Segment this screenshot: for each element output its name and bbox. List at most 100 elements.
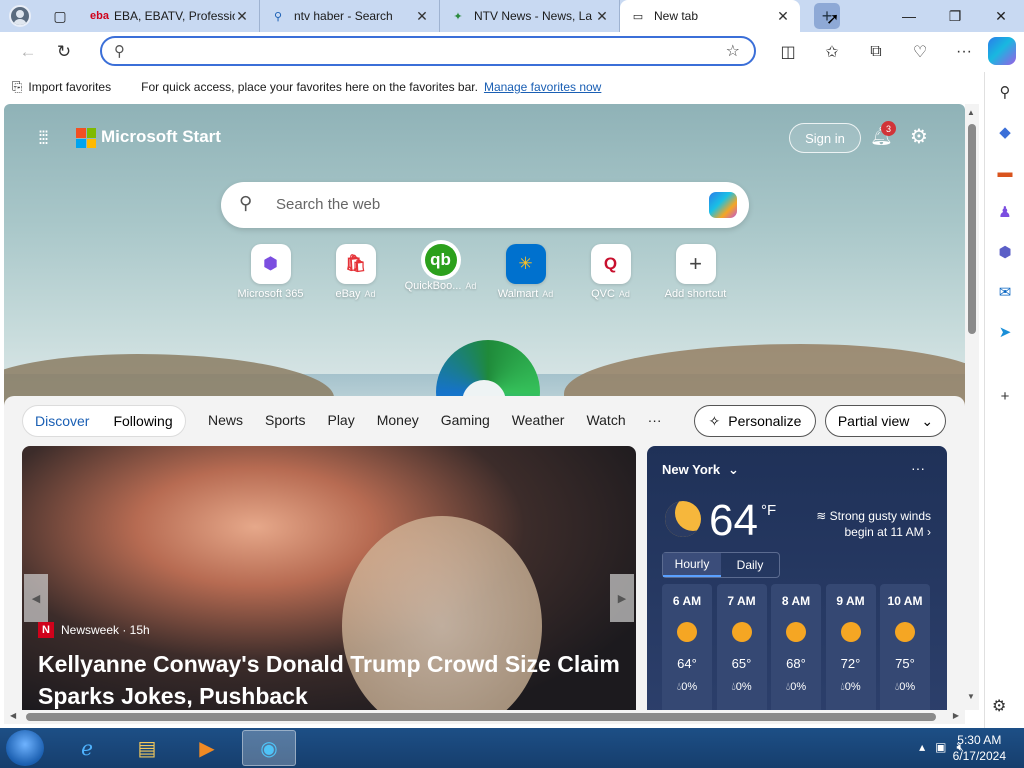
media-player-icon[interactable]: ▶ (180, 730, 234, 766)
scroll-down-icon[interactable]: ▼ (967, 692, 975, 701)
shortcut-ebay[interactable]: 🛍︎ eBay Ad (313, 244, 398, 300)
tools-icon[interactable]: ▬ (993, 160, 1017, 184)
scroll-left-icon[interactable]: ◀ (10, 711, 16, 720)
vertical-scrollbar[interactable]: ▲ ▼ (965, 104, 979, 710)
tab-discover[interactable]: Discover (23, 413, 101, 429)
hour-item[interactable]: 10 AM 75° 💧︎0% (880, 584, 930, 710)
hero-news-card[interactable]: ◀ ▶ N Newsweek · 15h Kellyanne Conway's D… (22, 446, 636, 710)
shortcut-qvc[interactable]: Q QVC Ad (568, 244, 653, 300)
hour-temp: 68° (786, 656, 806, 671)
newsweek-icon: N (38, 622, 54, 638)
people-icon[interactable]: ♟ (993, 200, 1017, 224)
hour-item[interactable]: 6 AM 64° 💧︎0% (662, 584, 712, 710)
scroll-right-icon[interactable]: ▶ (953, 711, 959, 720)
microsoft365-icon[interactable]: ⬢ (993, 240, 1017, 264)
hour-item[interactable]: 7 AM 65° 💧︎0% (716, 584, 767, 710)
add-shortcut-button[interactable]: + Add shortcut (653, 244, 738, 300)
tab-daily[interactable]: Daily (721, 553, 779, 577)
system-clock[interactable]: 5:30 AM 6/17/2024 (953, 732, 1006, 764)
chevron-down-icon: ⌄ (728, 462, 739, 477)
hour-item[interactable]: 8 AM 68° 💧︎0% (771, 584, 821, 710)
partial-view-dropdown[interactable]: Partial view ⌄ (825, 405, 946, 437)
weather-alert[interactable]: ≋ Strong gusty winds begin at 11 AM › (795, 508, 931, 540)
split-screen-icon[interactable]: ◫ (766, 36, 810, 68)
shortcut-quickbooks[interactable]: qb QuickBoo... Ad (398, 244, 483, 300)
edge-taskbar-icon[interactable]: ◉ (242, 730, 296, 766)
sun-icon (731, 622, 752, 642)
hour-temp: 65° (731, 656, 752, 671)
scroll-up-icon[interactable]: ▲ (967, 108, 975, 117)
sidebar: ⚲ ◆ ▬ ♟ ⬢ ✉ ➤ + (984, 72, 1024, 728)
profile-button[interactable] (0, 0, 40, 32)
show-hidden-icons[interactable]: ▴ (919, 740, 925, 755)
tab-ebatv[interactable]: eba EBA, EBATV, Professio ✕ (80, 0, 260, 32)
app-launcher-icon[interactable]: ⁞⁞⁞ (38, 128, 49, 149)
category-sports[interactable]: Sports (265, 412, 305, 428)
web-search-box[interactable]: ⚲ Search the web (221, 182, 749, 228)
address-bar[interactable]: ⚲ ☆ (100, 36, 756, 66)
add-app-icon[interactable]: + (993, 384, 1017, 408)
favorites-icon[interactable]: ✩ (810, 36, 854, 68)
scroll-thumb[interactable] (968, 124, 976, 334)
import-favorites-button[interactable]: ⎘ Import favorites (12, 79, 111, 95)
restore-icon[interactable]: ❐ (932, 0, 978, 32)
copilot-icon[interactable] (988, 37, 1016, 65)
more-options-icon[interactable]: ··· (911, 460, 925, 476)
shopping-tag-icon[interactable]: ◆ (993, 120, 1017, 144)
temperature-unit[interactable]: °F (761, 502, 776, 519)
clock-date: 6/17/2024 (952, 749, 1006, 763)
browser-essentials-icon[interactable]: ♡ (898, 36, 942, 68)
minimize-icon[interactable]: — (886, 0, 932, 32)
shortcut-walmart[interactable]: ✳ Walmart Ad (483, 244, 568, 300)
refresh-icon[interactable]: ↻ (46, 36, 82, 68)
file-explorer-icon[interactable]: ▤ (120, 730, 174, 766)
walmart-icon: ✳ (505, 244, 546, 284)
carousel-prev-button[interactable]: ◀ (24, 574, 48, 622)
weather-location[interactable]: New York ⌄ (662, 462, 739, 478)
tab-hourly[interactable]: Hourly (663, 553, 721, 577)
search-icon[interactable]: ⚲ (993, 80, 1017, 104)
scroll-thumb[interactable] (26, 713, 936, 721)
shortcut-microsoft365[interactable]: ⬢ Microsoft 365 (228, 244, 313, 300)
favorite-star-icon[interactable]: ☆ (726, 41, 740, 61)
category-weather[interactable]: Weather (512, 412, 565, 428)
more-menu-icon[interactable]: ··· (942, 36, 986, 68)
personalize-button[interactable]: ✧ Personalize (694, 405, 816, 437)
copilot-icon[interactable] (709, 192, 737, 218)
network-icon[interactable]: ▣ (935, 740, 946, 755)
outlook-icon[interactable]: ✉ (993, 280, 1017, 304)
category-gaming[interactable]: Gaming (441, 412, 490, 428)
ntv-icon: ✦ (453, 10, 463, 23)
more-categories-icon[interactable]: ··· (648, 412, 662, 428)
tab-actions-icon[interactable]: ▢ (40, 0, 80, 32)
horizontal-scrollbar[interactable]: ◀ ▶ (4, 710, 965, 724)
send-icon[interactable]: ➤ (993, 320, 1017, 344)
back-icon[interactable]: ← (10, 36, 46, 68)
sign-in-button[interactable]: Sign in (789, 123, 861, 153)
start-button[interactable] (6, 730, 44, 766)
tab-ntv-news[interactable]: ✦ NTV News - News, La ✕ (440, 0, 620, 32)
shortcut-label: eBay Ad (335, 288, 376, 300)
close-icon[interactable]: ✕ (776, 8, 790, 25)
close-icon[interactable]: ✕ (595, 8, 609, 25)
manage-favorites-link[interactable]: Manage favorites now (484, 80, 601, 94)
page-settings-gear-icon[interactable]: ⚙ (910, 124, 928, 149)
category-news[interactable]: News (208, 412, 243, 428)
category-money[interactable]: Money (377, 412, 419, 428)
hour-item[interactable]: 9 AM 72° 💧︎0% (825, 584, 876, 710)
close-window-icon[interactable]: ✕ (978, 0, 1024, 32)
carousel-next-button[interactable]: ▶ (610, 574, 634, 622)
collections-icon[interactable]: ⧉ (854, 36, 898, 68)
internet-explorer-icon[interactable]: ℯ (60, 730, 114, 766)
precip: 💧︎0% (840, 681, 861, 693)
tab-following[interactable]: Following (101, 413, 184, 429)
tab-ntv-search[interactable]: ⚲ ntv haber - Search ✕ (260, 0, 440, 32)
close-icon[interactable]: ✕ (415, 8, 429, 25)
close-icon[interactable]: ✕ (235, 8, 249, 25)
sidebar-settings-icon[interactable]: ⚙ (992, 696, 1006, 716)
tab-new-tab[interactable]: ▭ New tab ✕ (620, 0, 800, 32)
category-play[interactable]: Play (327, 412, 354, 428)
category-watch[interactable]: Watch (586, 412, 625, 428)
article-headline[interactable]: Kellyanne Conway's Donald Trump Crowd Si… (38, 648, 628, 710)
forecast-toggle: Hourly Daily (662, 552, 780, 578)
